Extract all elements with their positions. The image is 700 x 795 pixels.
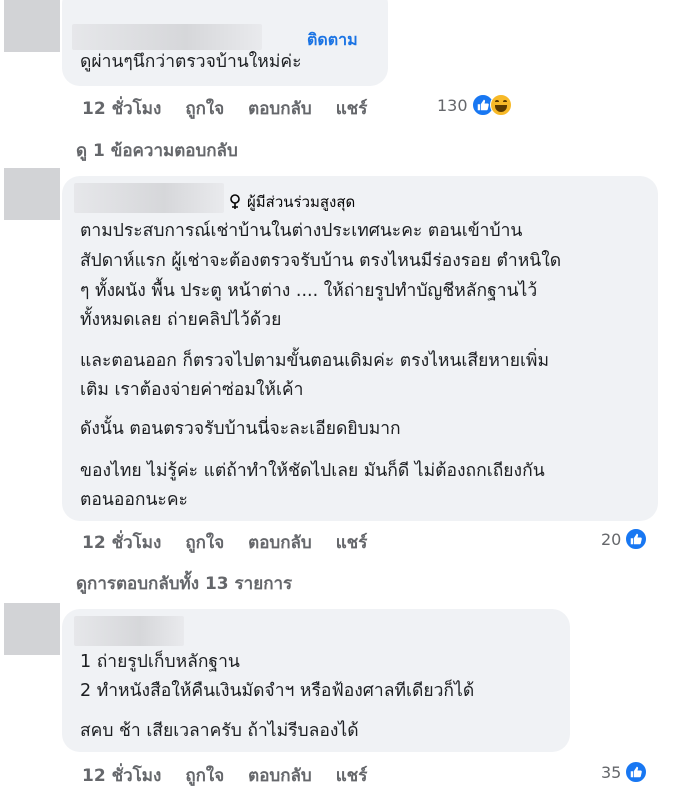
view-replies-link[interactable]: ดูการตอบกลับทั้ง 13 รายการ	[76, 570, 292, 597]
top-contributor-badge[interactable]: ผู้มีส่วนร่วมสูงสุด	[228, 190, 355, 214]
author-name[interactable]	[74, 183, 224, 213]
view-replies-link[interactable]: ดู 1 ข้อความตอบกลับ	[76, 137, 238, 164]
comment-text: เติม เราต้องจ่ายค่าซ่อมให้เค้า	[80, 380, 304, 400]
comment-text: 1 ถ่ายรูปเก็บหลักฐาน	[80, 652, 240, 672]
comment-text: ดังนั้น ตอนตรวจรับบ้านนี่จะละเอียดยิบมาก	[80, 419, 401, 439]
reply-button[interactable]: ตอบกลับ	[248, 95, 312, 122]
reactions-summary[interactable]: 35	[601, 761, 648, 783]
reactions-summary[interactable]: 20	[601, 528, 648, 550]
comment-text: ทั้งหมดเลย ถ่ายคลิปไว้ด้วย	[80, 310, 282, 330]
comment-text: ดูผ่านๆนึกว่าตรวจบ้านใหม่ค่ะ	[80, 52, 302, 72]
avatar[interactable]	[4, 603, 60, 655]
timestamp[interactable]: 12 ชั่วโมง	[82, 529, 161, 556]
like-button[interactable]: ถูกใจ	[185, 95, 224, 122]
comment-actions: 12 ชั่วโมง ถูกใจ ตอบกลับ แชร์	[82, 762, 391, 789]
reaction-count: 130	[437, 95, 468, 115]
author-name[interactable]	[74, 616, 184, 646]
like-icon	[625, 528, 648, 550]
timestamp[interactable]: 12 ชั่วโมง	[82, 762, 161, 789]
follow-button[interactable]: ติดตาม	[307, 28, 358, 53]
comment-actions: 12 ชั่วโมง ถูกใจ ตอบกลับ แชร์	[82, 95, 391, 122]
badge-label: ผู้มีส่วนร่วมสูงสุด	[247, 193, 356, 211]
avatar[interactable]	[4, 168, 60, 220]
share-button[interactable]: แชร์	[336, 95, 368, 122]
comment-text: สคบ ช้า เสียเวลาครับ ถ้าไม่รีบลองได้	[80, 721, 359, 741]
top-contributor-icon	[230, 194, 240, 209]
like-button[interactable]: ถูกใจ	[185, 762, 224, 789]
comment-text: และตอนออก ก็ตรวจไปตามขั้นตอนเดิมค่ะ ตรงไ…	[80, 351, 550, 371]
haha-icon	[489, 94, 512, 116]
comment-text: ๆ ทั้งผนัง พื้น ประตู หน้าต่าง .... ให้ถ…	[80, 281, 538, 301]
reply-button[interactable]: ตอบกลับ	[248, 529, 312, 556]
share-button[interactable]: แชร์	[336, 529, 368, 556]
reaction-count: 20	[601, 529, 622, 549]
comment-text: ตามประสบการณ์เช่าบ้านในต่างประเทศนะคะ ตอ…	[80, 221, 523, 241]
reply-button[interactable]: ตอบกลับ	[248, 762, 312, 789]
comment-text: ของไทย ไม่รู้ค่ะ แต่ถ้าทำให้ชัดไปเลย มัน…	[80, 461, 545, 481]
like-icon	[625, 761, 648, 783]
comment-text: สัปดาห์แรก ผู้เช่าจะต้องตรวจรับบ้าน ตรงไ…	[80, 251, 562, 271]
like-button[interactable]: ถูกใจ	[185, 529, 224, 556]
reactions-summary[interactable]: 130	[437, 94, 512, 116]
comment-text: 2 ทำหนังสือให้คืนเงินมัดจำฯ หรือฟ้องศาลท…	[80, 681, 475, 701]
comment-actions: 12 ชั่วโมง ถูกใจ ตอบกลับ แชร์	[82, 529, 391, 556]
share-button[interactable]: แชร์	[336, 762, 368, 789]
reaction-count: 35	[601, 762, 622, 782]
timestamp[interactable]: 12 ชั่วโมง	[82, 95, 161, 122]
comment-text: ตอนออกนะคะ	[80, 490, 188, 510]
avatar[interactable]	[4, 0, 60, 52]
